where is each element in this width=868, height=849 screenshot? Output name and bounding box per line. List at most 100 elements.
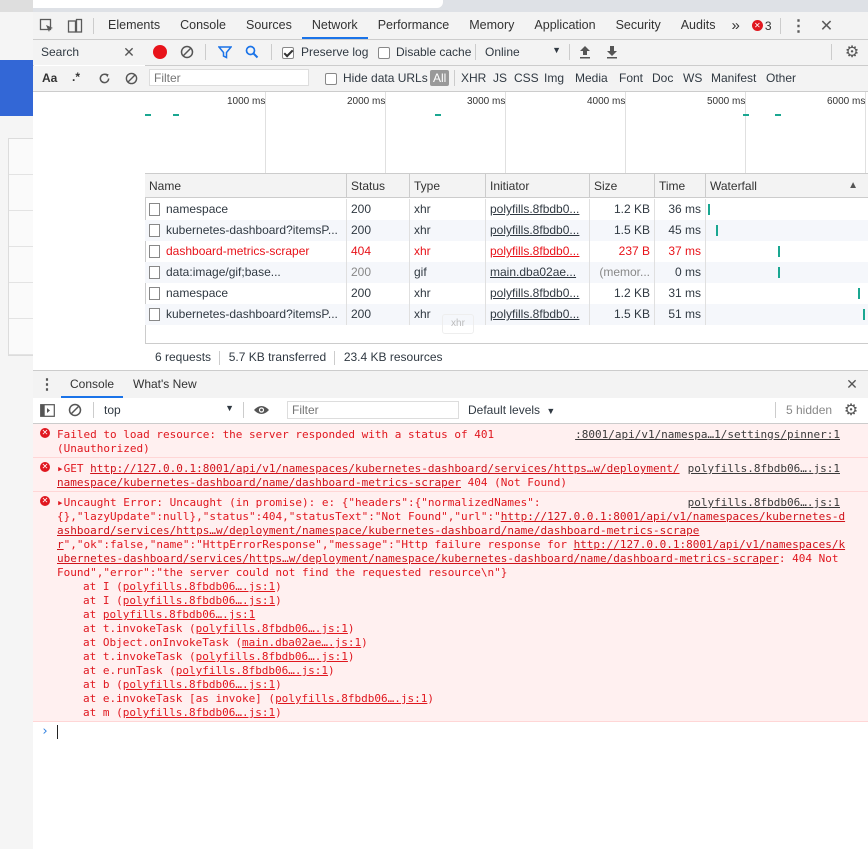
timeline-overview[interactable]: 1000 ms 2000 ms 3000 ms 4000 ms 5000 ms … (145, 92, 868, 174)
request-url-link[interactable]: r (57, 538, 64, 551)
kebab-menu-icon[interactable]: ⋮ (785, 12, 813, 39)
search-icon[interactable] (244, 44, 260, 60)
console-error-message[interactable]: ✕ ▸GET http://127.0.0.1:8001/api/v1/name… (33, 458, 868, 492)
column-header-type[interactable]: Type (410, 174, 486, 198)
show-sidebar-icon[interactable] (39, 402, 55, 418)
stack-source-link[interactable]: polyfills.8fbdb06….js:1 (123, 594, 275, 607)
cell-initiator[interactable]: polyfills.8fbdb0... (486, 199, 590, 220)
column-header-waterfall[interactable]: Waterfall ▲ (706, 174, 868, 198)
tab-memory[interactable]: Memory (459, 12, 524, 39)
stack-source-link[interactable]: polyfills.8fbdb06….js:1 (196, 650, 348, 663)
disable-cache-checkbox[interactable] (378, 45, 390, 59)
table-row[interactable]: namespace 200 xhr polyfills.8fbdb0... 1.2 KB… (145, 283, 868, 304)
column-header-time[interactable]: Time (655, 174, 706, 198)
filter-type-img[interactable]: Img (544, 71, 564, 85)
tab-sources[interactable]: Sources (236, 12, 302, 39)
cell-initiator[interactable]: polyfills.8fbdb0... (486, 283, 590, 304)
source-link[interactable]: polyfills.8fbdb06….js:1 (688, 462, 840, 475)
column-header-name[interactable]: Name (145, 174, 347, 198)
filter-type-font[interactable]: Font (619, 71, 643, 85)
stack-source-link[interactable]: polyfills.8fbdb06….js:1 (123, 580, 275, 593)
stack-source-link[interactable]: polyfills.8fbdb06….js:1 (275, 692, 427, 705)
filter-type-manifest[interactable]: Manifest (711, 71, 756, 85)
filter-type-xhr[interactable]: XHR (461, 71, 486, 85)
filter-type-js[interactable]: JS (493, 71, 507, 85)
network-settings-gear-icon[interactable]: ⚙ (843, 43, 861, 61)
console-settings-gear-icon[interactable]: ⚙ (842, 401, 860, 419)
filter-icon[interactable] (217, 44, 233, 60)
cell-initiator[interactable]: polyfills.8fbdb0... (486, 304, 590, 325)
inspect-element-icon[interactable] (33, 12, 61, 39)
stack-source-link[interactable]: polyfills.8fbdb06….js:1 (123, 678, 275, 691)
filter-type-media[interactable]: Media (575, 71, 608, 85)
request-url-link[interactable]: http://127.0.0.1:8001/api/v1/namespaces/… (501, 510, 845, 523)
stack-source-link[interactable]: polyfills.8fbdb06….js:1 (103, 608, 255, 621)
stack-source-link[interactable]: main.dba02ae….js:1 (242, 636, 361, 649)
drawer-menu-icon[interactable]: ⋮ (39, 374, 55, 394)
export-har-icon[interactable] (604, 44, 620, 60)
overview-tick-label: 3000 ms (467, 96, 506, 107)
column-header-initiator[interactable]: Initiator (486, 174, 590, 198)
source-link[interactable]: :8001/api/v1/namespa…1/settings/pinner:1 (575, 428, 840, 441)
filter-type-ws[interactable]: WS (683, 71, 702, 85)
drawer-tab-whats-new[interactable]: What's New (133, 371, 197, 398)
clear-console-icon[interactable] (67, 402, 83, 418)
throttling-select[interactable]: Online ▼ (485, 45, 561, 59)
request-url-link[interactable]: ashboard/services/https…w/deployment/nam… (57, 524, 699, 538)
request-url-link[interactable]: namespace/kubernetes-dashboard/name/dash… (57, 476, 461, 489)
expand-triangle[interactable]: ▸GET (57, 462, 90, 475)
cell-initiator[interactable]: main.dba02ae... (486, 262, 590, 283)
log-levels-select[interactable]: Default levels ▼ (468, 403, 555, 417)
console-filter-input[interactable] (287, 401, 459, 419)
tab-performance[interactable]: Performance (368, 12, 460, 39)
filter-type-css[interactable]: CSS (514, 71, 539, 85)
tab-security[interactable]: Security (606, 12, 671, 39)
live-expression-eye-icon[interactable] (251, 402, 271, 418)
table-row[interactable]: dashboard-metrics-scraper 404 xhr polyfills… (145, 241, 868, 262)
tab-console[interactable]: Console (170, 12, 236, 39)
more-tabs-button[interactable]: » (725, 12, 745, 39)
column-header-size[interactable]: Size (590, 174, 655, 198)
device-toolbar-icon[interactable] (61, 12, 89, 39)
regex-button[interactable]: .* (72, 70, 80, 84)
hide-data-urls-label: Hide data URLs (343, 71, 428, 85)
column-header-status[interactable]: Status (347, 174, 410, 198)
close-drawer-icon[interactable]: ✕ (843, 375, 861, 393)
request-url-link[interactable]: ubernetes-dashboard/services/https…w/dep… (57, 552, 779, 565)
table-row[interactable]: kubernetes-dashboard?itemsP... 200 xhr poly… (145, 220, 868, 241)
request-url-link[interactable]: http://127.0.0.1:8001/api/v1/namespaces/… (90, 462, 679, 475)
preserve-log-checkbox[interactable] (282, 45, 294, 59)
filter-type-all[interactable]: All (430, 70, 450, 86)
request-url-link[interactable]: http://127.0.0.1:8001/api/v1/namespaces/… (574, 538, 846, 551)
drawer-tab-console[interactable]: Console (61, 371, 124, 398)
page-header-bar (0, 60, 33, 116)
stack-source-link[interactable]: polyfills.8fbdb06….js:1 (196, 622, 348, 635)
filter-type-other[interactable]: Other (766, 71, 796, 85)
stack-source-link[interactable]: polyfills.8fbdb06….js:1 (176, 664, 328, 677)
cell-initiator[interactable]: polyfills.8fbdb0... (486, 241, 590, 262)
close-search-icon[interactable]: ✕ (121, 43, 137, 61)
filter-type-doc[interactable]: Doc (652, 71, 673, 85)
cell-initiator[interactable]: polyfills.8fbdb0... (486, 220, 590, 241)
clear-icon[interactable] (179, 44, 195, 60)
close-devtools-icon[interactable]: ✕ (813, 12, 841, 39)
table-row[interactable]: data:image/gif;base... 200 gif main.dba02ae… (145, 262, 868, 283)
table-row[interactable]: kubernetes-dashboard?itemsP... 200 xhr poly… (145, 304, 868, 325)
tab-audits[interactable]: Audits (671, 12, 726, 39)
clear-search-icon[interactable] (123, 70, 139, 86)
match-case-button[interactable]: Aa (42, 71, 57, 85)
console-error-message[interactable]: ✕ polyfills.8fbdb06….js:1 ▸Uncaught Erro… (33, 492, 868, 722)
error-counter[interactable]: ✕ 3 (751, 19, 772, 33)
context-select[interactable]: top ▼ (104, 403, 234, 417)
hide-data-urls-checkbox[interactable] (325, 71, 337, 85)
import-har-icon[interactable] (577, 44, 593, 60)
console-input[interactable] (57, 725, 58, 739)
table-row[interactable]: namespace 200 xhr polyfills.8fbdb0... 1.2 KB… (145, 199, 868, 220)
tab-application[interactable]: Application (524, 12, 605, 39)
stack-source-link[interactable]: polyfills.8fbdb06….js:1 (123, 706, 275, 719)
filter-input[interactable] (149, 69, 309, 86)
refresh-icon[interactable] (96, 70, 112, 86)
tab-elements[interactable]: Elements (98, 12, 170, 39)
tab-network[interactable]: Network (301, 12, 368, 39)
record-icon[interactable] (153, 45, 167, 59)
